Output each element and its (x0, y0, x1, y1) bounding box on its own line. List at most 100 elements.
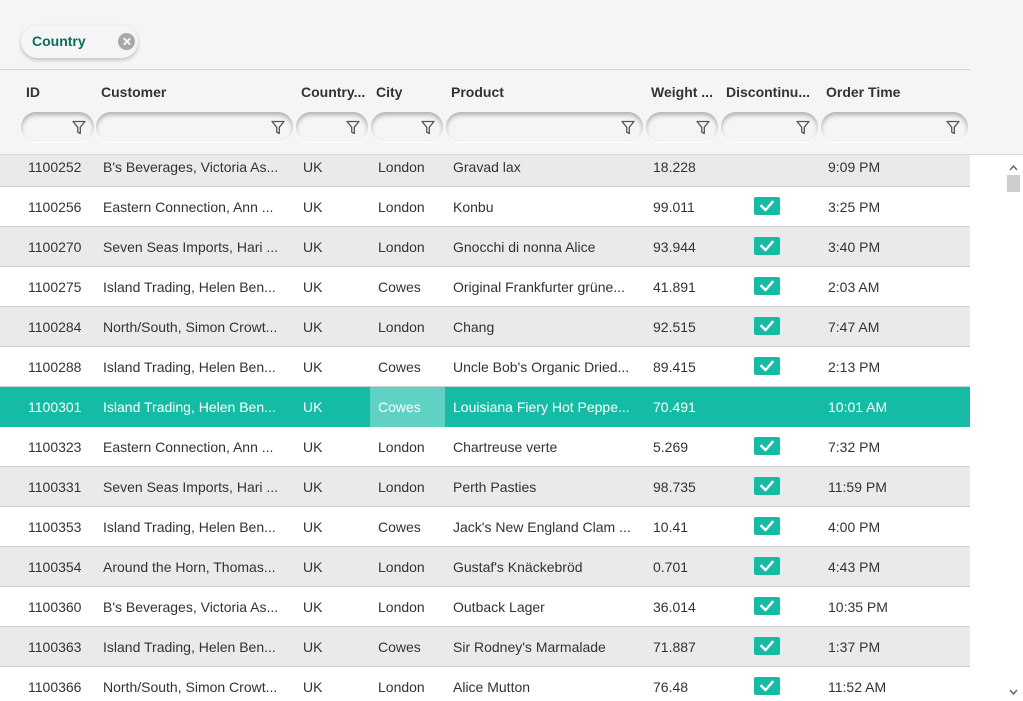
funnel-icon[interactable] (271, 120, 285, 135)
cell-weight[interactable]: 92.515 (653, 307, 723, 347)
table-row[interactable]: 1100270 Seven Seas Imports, Hari ... UK Lon… (0, 227, 970, 267)
column-header-id[interactable]: ID (26, 84, 86, 100)
cell-weight[interactable]: 41.891 (653, 267, 723, 307)
cell-order-time[interactable]: 4:00 PM (828, 507, 968, 547)
discontinued-checkbox[interactable] (754, 637, 780, 655)
cell-city[interactable]: London (378, 155, 445, 187)
cell-country[interactable]: UK (303, 155, 368, 187)
cell-id[interactable]: 1100256 (28, 187, 98, 227)
cell-order-time[interactable]: 11:52 AM (828, 667, 968, 701)
cell-city[interactable]: London (378, 587, 445, 627)
cell-city[interactable]: London (378, 187, 445, 227)
funnel-icon[interactable] (421, 120, 435, 135)
table-row[interactable]: 1100284 North/South, Simon Crowt... UK Lond… (0, 307, 970, 347)
table-row[interactable]: 1100288 Island Trading, Helen Ben... UK Cow… (0, 347, 970, 387)
cell-country[interactable]: UK (303, 587, 368, 627)
cell-city[interactable]: London (378, 427, 445, 467)
cell-weight[interactable]: 18.228 (653, 155, 723, 187)
cell-customer[interactable]: Eastern Connection, Ann ... (103, 187, 288, 227)
chevron-up-icon[interactable] (1008, 163, 1019, 173)
cell-id[interactable]: 1100252 (28, 155, 98, 187)
discontinued-checkbox[interactable] (754, 557, 780, 575)
cell-country[interactable]: UK (303, 667, 368, 701)
cell-city[interactable]: Cowes (378, 507, 445, 547)
cell-id[interactable]: 1100301 (28, 387, 98, 427)
cell-customer[interactable]: Island Trading, Helen Ben... (103, 347, 288, 387)
cell-id[interactable]: 1100366 (28, 667, 98, 701)
cell-order-time[interactable]: 2:13 PM (828, 347, 968, 387)
cell-order-time[interactable]: 7:47 AM (828, 307, 968, 347)
table-row[interactable]: 1100366 North/South, Simon Crowt... UK Lond… (0, 667, 970, 701)
cell-weight[interactable]: 89.415 (653, 347, 723, 387)
cell-id[interactable]: 1100331 (28, 467, 98, 507)
cell-customer[interactable]: North/South, Simon Crowt... (103, 667, 288, 701)
discontinued-checkbox[interactable] (754, 597, 780, 615)
cell-country[interactable]: UK (303, 267, 368, 307)
cell-customer[interactable]: Eastern Connection, Ann ... (103, 427, 288, 467)
cell-customer[interactable]: B's Beverages, Victoria As... (103, 155, 288, 187)
chevron-down-icon[interactable] (1008, 687, 1019, 697)
cell-product[interactable]: Gravad lax (453, 155, 638, 187)
cell-product[interactable]: Uncle Bob's Organic Dried... (453, 347, 638, 387)
funnel-icon[interactable] (946, 120, 960, 135)
discontinued-checkbox[interactable] (754, 517, 780, 535)
cell-id[interactable]: 1100275 (28, 267, 98, 307)
cell-customer[interactable]: Island Trading, Helen Ben... (103, 507, 288, 547)
cell-city[interactable]: Cowes (378, 627, 445, 667)
cell-product[interactable]: Outback Lager (453, 587, 638, 627)
cell-id[interactable]: 1100353 (28, 507, 98, 547)
cell-customer[interactable]: Island Trading, Helen Ben... (103, 627, 288, 667)
column-header-country[interactable]: Country... (301, 84, 373, 100)
cell-country[interactable]: UK (303, 307, 368, 347)
cell-customer[interactable]: Seven Seas Imports, Hari ... (103, 467, 288, 507)
cell-id[interactable]: 1100284 (28, 307, 98, 347)
cell-customer[interactable]: Around the Horn, Thomas... (103, 547, 288, 587)
close-circle-icon[interactable] (118, 33, 135, 50)
cell-product[interactable]: Gustaf's Knäckebröd (453, 547, 638, 587)
cell-city[interactable]: London (378, 547, 445, 587)
discontinued-checkbox[interactable] (754, 677, 780, 695)
cell-city[interactable]: London (378, 467, 445, 507)
cell-id[interactable]: 1100270 (28, 227, 98, 267)
cell-product[interactable]: Louisiana Fiery Hot Peppe... (453, 387, 638, 427)
cell-product[interactable]: Sir Rodney's Marmalade (453, 627, 638, 667)
filter-input-weight[interactable] (646, 112, 718, 142)
table-row[interactable]: 1100275 Island Trading, Helen Ben... UK Cow… (0, 267, 970, 307)
table-row-selected[interactable]: 1100301 Island Trading, Helen Ben... UK Cow… (0, 387, 970, 427)
cell-order-time[interactable]: 1:37 PM (828, 627, 968, 667)
cell-order-time[interactable]: 4:43 PM (828, 547, 968, 587)
cell-product[interactable]: Jack's New England Clam ... (453, 507, 638, 547)
cell-city[interactable]: Cowes (378, 347, 445, 387)
cell-order-time[interactable]: 11:59 PM (828, 467, 968, 507)
cell-country[interactable]: UK (303, 627, 368, 667)
table-row[interactable]: 1100363 Island Trading, Helen Ben... UK Cow… (0, 627, 970, 667)
column-header-city[interactable]: City (376, 84, 446, 100)
cell-product[interactable]: Original Frankfurter grüne... (453, 267, 638, 307)
cell-product[interactable]: Alice Mutton (453, 667, 638, 701)
cell-id[interactable]: 1100354 (28, 547, 98, 587)
cell-weight[interactable]: 70.491 (653, 387, 723, 427)
cell-customer[interactable]: Seven Seas Imports, Hari ... (103, 227, 288, 267)
table-row[interactable]: 1100331 Seven Seas Imports, Hari ... UK Lon… (0, 467, 970, 507)
cell-country[interactable]: UK (303, 507, 368, 547)
cell-city[interactable]: London (378, 307, 445, 347)
cell-weight[interactable]: 71.887 (653, 627, 723, 667)
cell-city[interactable]: Cowes (370, 387, 445, 427)
funnel-icon[interactable] (696, 120, 710, 135)
filter-input-discontinued[interactable] (721, 112, 818, 142)
cell-product[interactable]: Konbu (453, 187, 638, 227)
discontinued-checkbox[interactable] (754, 357, 780, 375)
cell-weight[interactable]: 98.735 (653, 467, 723, 507)
cell-country[interactable]: UK (303, 427, 368, 467)
table-row[interactable]: 1100252 B's Beverages, Victoria As... UK Lo… (0, 155, 970, 187)
column-header-customer[interactable]: Customer (101, 84, 291, 100)
funnel-icon[interactable] (72, 120, 86, 135)
cell-country[interactable]: UK (303, 187, 368, 227)
cell-weight[interactable]: 99.011 (653, 187, 723, 227)
filter-input-order_time[interactable] (821, 112, 968, 142)
filter-input-customer[interactable] (96, 112, 293, 142)
discontinued-checkbox[interactable] (754, 277, 780, 295)
table-row[interactable]: 1100354 Around the Horn, Thomas... UK Londo… (0, 547, 970, 587)
cell-city[interactable]: London (378, 227, 445, 267)
cell-weight[interactable]: 93.944 (653, 227, 723, 267)
